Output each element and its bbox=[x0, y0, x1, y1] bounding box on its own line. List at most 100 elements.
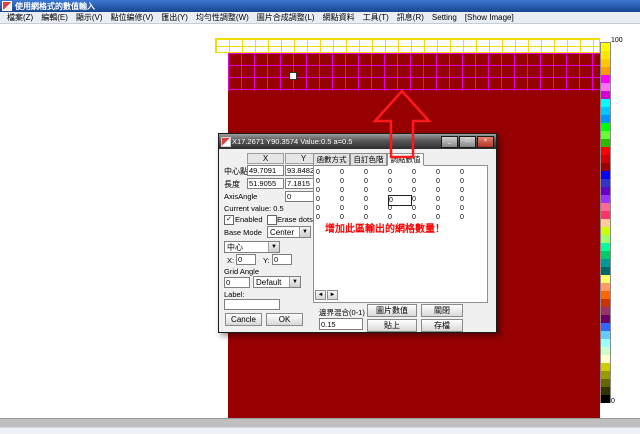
tab-1[interactable]: 自訂色階 bbox=[350, 153, 387, 166]
palette-color-15[interactable] bbox=[601, 163, 610, 171]
length-x-input[interactable] bbox=[247, 178, 284, 189]
base-mode-select[interactable]: Center ▼ bbox=[267, 226, 311, 238]
palette-color-12[interactable] bbox=[601, 139, 610, 147]
label-input[interactable] bbox=[224, 299, 280, 310]
menu-item-3[interactable]: 點位編修(V) bbox=[107, 12, 158, 23]
grid-cell-r3c2[interactable]: 0 bbox=[364, 195, 386, 204]
grid-cell-r0c5[interactable]: 0 bbox=[436, 168, 458, 177]
palette-color-6[interactable] bbox=[601, 91, 610, 99]
offset-y-input[interactable] bbox=[272, 254, 292, 265]
grid-cell-r1c0[interactable]: 0 bbox=[316, 177, 338, 186]
palette-color-1[interactable] bbox=[601, 51, 610, 59]
menu-item-10[interactable]: Setting bbox=[428, 13, 461, 22]
palette-color-33[interactable] bbox=[601, 307, 610, 315]
menu-item-6[interactable]: 圖片合成調整(L) bbox=[253, 12, 319, 23]
palette-color-27[interactable] bbox=[601, 259, 610, 267]
menu-item-0[interactable]: 檔案(Z) bbox=[3, 12, 37, 23]
menu-item-9[interactable]: 訊息(R) bbox=[393, 12, 428, 23]
palette-color-29[interactable] bbox=[601, 275, 610, 283]
grid-cell-r1c3[interactable]: 0 bbox=[388, 177, 410, 186]
scroll-left-icon[interactable]: ◄ bbox=[315, 290, 326, 300]
palette-color-7[interactable] bbox=[601, 99, 610, 107]
palette-color-19[interactable] bbox=[601, 195, 610, 203]
blend-input[interactable] bbox=[319, 318, 363, 330]
palette-color-44[interactable] bbox=[601, 395, 610, 403]
grid-cell-r1c5[interactable]: 0 bbox=[436, 177, 458, 186]
grid-cell-r5c6[interactable]: 0 bbox=[460, 213, 482, 222]
grid-cell-r0c4[interactable]: 0 bbox=[412, 168, 434, 177]
palette-color-39[interactable] bbox=[601, 355, 610, 363]
grid-cell-r0c6[interactable]: 0 bbox=[460, 168, 482, 177]
palette-color-24[interactable] bbox=[601, 235, 610, 243]
palette-color-5[interactable] bbox=[601, 83, 610, 91]
anchor-select[interactable]: 中心 ▼ bbox=[224, 241, 280, 253]
palette-color-23[interactable] bbox=[601, 227, 610, 235]
grid-cell-r4c2[interactable]: 0 bbox=[364, 204, 386, 213]
grid-cell-r3c0[interactable]: 0 bbox=[316, 195, 338, 204]
grid-cell-r3c4[interactable]: 0 bbox=[412, 195, 434, 204]
close-dialog-button[interactable]: 關閉 bbox=[421, 304, 463, 317]
palette-color-36[interactable] bbox=[601, 331, 610, 339]
grid-cell-r1c2[interactable]: 0 bbox=[364, 177, 386, 186]
minimize-button[interactable]: _ bbox=[441, 136, 458, 148]
grid-cell-r4c3[interactable]: 0 bbox=[388, 204, 410, 213]
grid-cell-r0c3[interactable]: 0 bbox=[388, 168, 410, 177]
palette-color-43[interactable] bbox=[601, 387, 610, 395]
palette-color-2[interactable] bbox=[601, 59, 610, 67]
palette-color-0[interactable] bbox=[601, 43, 610, 51]
grid-cell-r3c5[interactable]: 0 bbox=[436, 195, 458, 204]
palette-color-32[interactable] bbox=[601, 299, 610, 307]
erase-dots-checkbox[interactable] bbox=[267, 215, 277, 225]
palette-color-31[interactable] bbox=[601, 291, 610, 299]
grid-cell-r4c1[interactable]: 0 bbox=[340, 204, 362, 213]
menu-item-7[interactable]: 網點資料 bbox=[319, 12, 359, 23]
grid-cell-r1c4[interactable]: 0 bbox=[412, 177, 434, 186]
palette-color-26[interactable] bbox=[601, 251, 610, 259]
palette-color-18[interactable] bbox=[601, 187, 610, 195]
palette-color-11[interactable] bbox=[601, 131, 610, 139]
grid-cell-r4c6[interactable]: 0 bbox=[460, 204, 482, 213]
grid-cell-r0c2[interactable]: 0 bbox=[364, 168, 386, 177]
center-x-input[interactable] bbox=[247, 165, 284, 176]
menu-item-4[interactable]: 匯出(Y) bbox=[157, 12, 192, 23]
paste-button[interactable]: 貼上 bbox=[367, 319, 417, 332]
grid-cell-r2c0[interactable]: 0 bbox=[316, 186, 338, 195]
grid-cell-r2c5[interactable]: 0 bbox=[436, 186, 458, 195]
image-values-button[interactable]: 圖片數值 bbox=[367, 304, 417, 317]
palette-color-22[interactable] bbox=[601, 219, 610, 227]
dialog-titlebar[interactable]: X17.2671 Y90.3574 Value:0.5 a=0.5 _ □ × bbox=[219, 134, 496, 149]
menu-item-5[interactable]: 均勻性調整(W) bbox=[192, 12, 253, 23]
menu-item-11[interactable]: [Show Image] bbox=[461, 13, 518, 22]
grid-cell-r4c4[interactable]: 0 bbox=[412, 204, 434, 213]
palette-color-9[interactable] bbox=[601, 115, 610, 123]
palette-color-34[interactable] bbox=[601, 315, 610, 323]
ok-button[interactable]: OK bbox=[266, 313, 303, 326]
grid-cell-r0c0[interactable]: 0 bbox=[316, 168, 338, 177]
grid-cell-r2c6[interactable]: 0 bbox=[460, 186, 482, 195]
palette-color-42[interactable] bbox=[601, 379, 610, 387]
grid-cell-r4c0[interactable]: 0 bbox=[316, 204, 338, 213]
palette-color-35[interactable] bbox=[601, 323, 610, 331]
palette-color-37[interactable] bbox=[601, 339, 610, 347]
tab-0[interactable]: 函數方式 bbox=[313, 153, 350, 166]
maximize-button[interactable]: □ bbox=[459, 136, 476, 148]
palette-color-10[interactable] bbox=[601, 123, 610, 131]
grid-angle-mode-select[interactable]: Default ▼ bbox=[253, 276, 301, 288]
palette-color-4[interactable] bbox=[601, 75, 610, 83]
grid-cell-r4c5[interactable]: 0 bbox=[436, 204, 458, 213]
menu-item-1[interactable]: 編輯(E) bbox=[37, 12, 72, 23]
palette-color-3[interactable] bbox=[601, 67, 610, 75]
grid-cell-r1c1[interactable]: 0 bbox=[340, 177, 362, 186]
palette-color-30[interactable] bbox=[601, 283, 610, 291]
palette-color-17[interactable] bbox=[601, 179, 610, 187]
grid-cell-r3c1[interactable]: 0 bbox=[340, 195, 362, 204]
grid-selection-handle[interactable] bbox=[289, 72, 297, 80]
menu-item-2[interactable]: 顯示(V) bbox=[72, 12, 107, 23]
grid-cell-r3c6[interactable]: 0 bbox=[460, 195, 482, 204]
palette-color-14[interactable] bbox=[601, 155, 610, 163]
palette-color-28[interactable] bbox=[601, 267, 610, 275]
palette-color-41[interactable] bbox=[601, 371, 610, 379]
grid-cell-r1c6[interactable]: 0 bbox=[460, 177, 482, 186]
tab-2[interactable]: 調點數值 bbox=[387, 153, 424, 166]
scroll-right-icon[interactable]: ► bbox=[327, 290, 338, 300]
